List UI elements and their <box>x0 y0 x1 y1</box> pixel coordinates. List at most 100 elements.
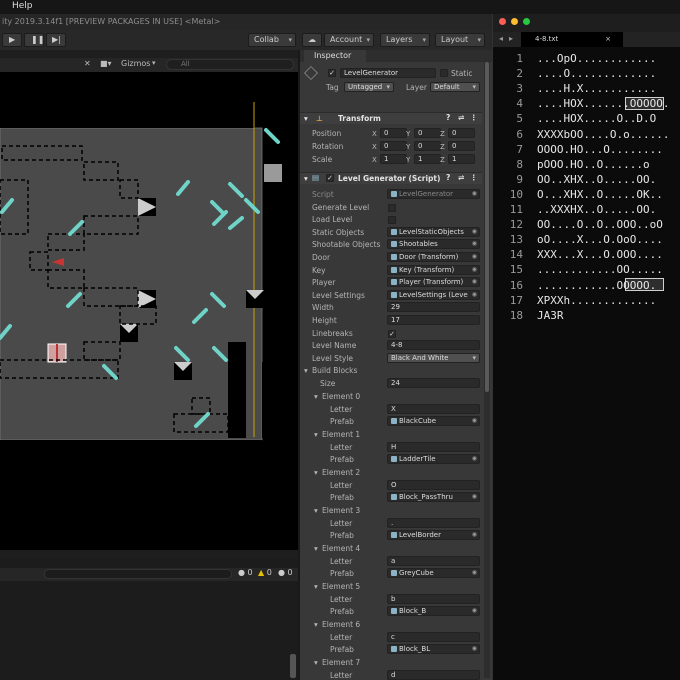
property-field[interactable]: LevelGenerator <box>387 189 480 199</box>
property-checkbox[interactable] <box>388 216 396 225</box>
collab-button[interactable]: Collab <box>248 33 296 47</box>
property-field[interactable]: 29 <box>387 302 480 313</box>
code-line[interactable]: ...OpO............ <box>537 51 656 66</box>
script-component-header[interactable]: ▾ ▤ ✓ Level Generator (Script) ? ⇌ ⋮ <box>300 172 482 184</box>
object-name-field[interactable]: LevelGenerator <box>340 68 436 78</box>
prefab-field[interactable]: Block_B <box>387 606 480 616</box>
axis-label[interactable]: X <box>372 143 377 151</box>
size-field[interactable]: 24 <box>387 378 480 388</box>
code-line[interactable]: OO....O..O..OOO..oO <box>537 217 663 232</box>
code-line[interactable]: XXXXbOO....O.o...... <box>537 127 669 142</box>
letter-field[interactable]: c <box>387 631 480 642</box>
zoom-window-button[interactable] <box>523 18 530 25</box>
info-count-badge[interactable]: ● 0 <box>238 568 253 577</box>
element-foldout[interactable]: Element 2 <box>322 468 360 477</box>
console-scrollbar[interactable] <box>290 654 296 678</box>
axis-label[interactable]: Z <box>440 156 445 164</box>
letter-field[interactable]: O <box>387 479 480 490</box>
pause-button[interactable]: ❚❚ <box>24 33 44 47</box>
prefab-field[interactable]: LadderTile <box>387 454 480 464</box>
code-line[interactable]: ............OO..... <box>537 262 663 277</box>
help-icon[interactable]: ? <box>446 173 450 182</box>
close-tab-icon[interactable]: × <box>605 32 611 47</box>
property-field[interactable]: Shootables <box>387 239 480 250</box>
letter-field[interactable]: d <box>387 669 480 680</box>
axis-label[interactable]: Z <box>440 143 445 151</box>
tools-icon[interactable]: ✕ <box>84 59 91 68</box>
scene-search-input[interactable]: All <box>166 59 294 70</box>
scale-field[interactable]: 1 <box>380 154 407 164</box>
code-line[interactable]: ....HOX.......OOOOO. <box>537 96 669 111</box>
property-checkbox[interactable]: ✓ <box>388 329 396 338</box>
position-field[interactable]: 0 <box>414 128 441 138</box>
inspector-scrollbar[interactable] <box>484 62 490 678</box>
code-line[interactable]: OO..XHX..O.....OO. <box>537 172 656 187</box>
code-line[interactable]: JA3R <box>537 308 564 323</box>
property-field[interactable]: 4-8 <box>387 340 480 351</box>
menu-help[interactable]: Help <box>12 1 33 11</box>
letter-field[interactable]: . <box>387 517 480 528</box>
code-line[interactable]: ....HOX.....O..D.O <box>537 111 656 126</box>
console-search-input[interactable] <box>44 569 232 579</box>
rotation-field[interactable]: 0 <box>380 141 407 151</box>
letter-field[interactable]: X <box>387 403 480 414</box>
error-count-badge[interactable]: ● 0 <box>278 568 293 577</box>
close-window-button[interactable] <box>499 18 506 25</box>
axis-label[interactable]: X <box>372 130 377 138</box>
more-options-icon[interactable]: ⋮ <box>470 173 478 182</box>
property-field[interactable]: Door (Transform) <box>387 252 480 262</box>
property-field[interactable]: Black And White <box>387 352 480 363</box>
element-foldout[interactable]: Element 3 <box>322 506 360 515</box>
scale-field[interactable]: 1 <box>448 154 475 164</box>
static-checkbox[interactable] <box>440 69 448 77</box>
layout-dropdown[interactable]: Layout <box>435 33 485 47</box>
axis-label[interactable]: X <box>372 156 377 164</box>
code-line[interactable]: ....O............. <box>537 66 656 81</box>
tag-dropdown[interactable]: Untagged <box>344 82 394 92</box>
scene-viewport[interactable] <box>0 72 298 550</box>
scale-field[interactable]: 1 <box>414 154 441 164</box>
preset-icon[interactable]: ⇌ <box>458 173 464 182</box>
script-enabled-checkbox[interactable]: ✓ <box>326 174 334 182</box>
tab-nav-left-icon[interactable]: ◂ <box>499 34 503 43</box>
property-field[interactable]: LevelSettings (Leve <box>387 289 480 300</box>
camera-icon[interactable]: ■▾ <box>100 59 112 68</box>
code-line[interactable]: ..XXXHX..O.....OO. <box>537 202 656 217</box>
code-line[interactable]: XXX...X...O.OOO.... <box>537 247 663 262</box>
property-field[interactable]: Player (Transform) <box>387 277 480 288</box>
property-field[interactable]: LevelStaticObjects <box>387 226 480 237</box>
prefab-field[interactable]: BlackCube <box>387 416 480 426</box>
axis-label[interactable]: Y <box>406 130 410 138</box>
element-foldout[interactable]: Element 4 <box>322 544 360 553</box>
code-line[interactable]: OOOO.HO...O........ <box>537 142 663 157</box>
layer-dropdown[interactable]: Default <box>430 82 480 92</box>
axis-label[interactable]: Y <box>406 143 410 151</box>
position-field[interactable]: 0 <box>380 128 407 138</box>
account-dropdown[interactable]: Account <box>324 33 374 47</box>
code-line[interactable]: ....H.X........... <box>537 81 656 96</box>
letter-field[interactable]: a <box>387 555 480 566</box>
code-line[interactable]: oO....X...O.OoO.... <box>537 232 663 247</box>
more-options-icon[interactable]: ⋮ <box>470 113 478 122</box>
cloud-icon[interactable]: ☁ <box>302 33 322 47</box>
element-foldout[interactable]: Element 7 <box>322 658 360 667</box>
code-line[interactable]: XPXXh............. <box>537 293 656 308</box>
warning-count-badge[interactable]: ▲ 0 <box>258 568 272 577</box>
position-field[interactable]: 0 <box>448 128 475 138</box>
minimize-window-button[interactable] <box>511 18 518 25</box>
rotation-field[interactable]: 0 <box>448 141 475 151</box>
prefab-field[interactable]: Block_PassThru <box>387 492 480 502</box>
code-line[interactable]: O...XHX..O.....OK.. <box>537 187 663 202</box>
gizmos-dropdown[interactable]: Gizmos <box>121 59 150 68</box>
code-line[interactable]: pOOO.HO..O......o <box>537 157 650 172</box>
letter-field[interactable]: H <box>387 441 480 452</box>
active-checkbox[interactable]: ✓ <box>328 69 336 77</box>
letter-field[interactable]: b <box>387 593 480 604</box>
layers-dropdown[interactable]: Layers <box>380 33 430 47</box>
transform-header[interactable]: ▾ ⊥ Transform ? ⇌ ⋮ <box>300 112 482 124</box>
axis-label[interactable]: Z <box>440 130 445 138</box>
build-blocks-label[interactable]: Build Blocks <box>312 366 357 375</box>
prefab-field[interactable]: GreyCube <box>387 568 480 578</box>
tab-4-8-txt[interactable]: 4-8.txt × <box>521 32 623 47</box>
scrollbar-thumb[interactable] <box>485 62 489 392</box>
